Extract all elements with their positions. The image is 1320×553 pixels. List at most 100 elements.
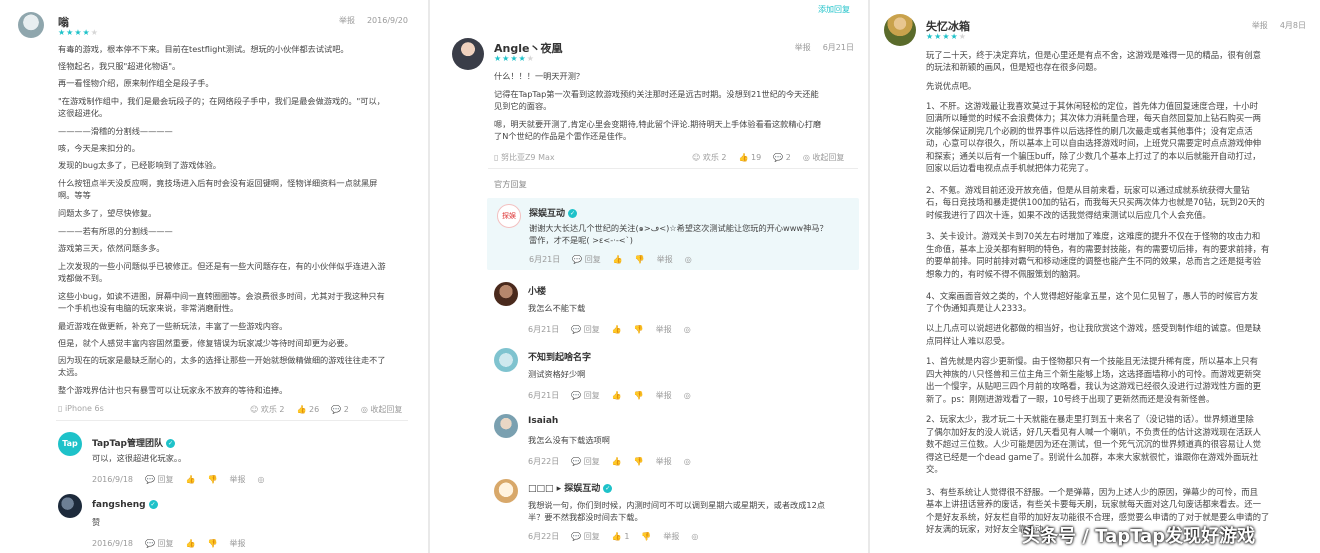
review-column-2: 添加回复 Angle丶夜凰 ★★★★★ 举报 6月21日 什么！！！一明天开测？记… [432,0,866,553]
report-button[interactable]: 举报 [656,325,672,334]
thumbs-down-icon[interactable]: 👎 [641,532,651,541]
reply-button[interactable]: 💬 回复 [571,391,600,400]
reply-button[interactable]: 💬 回复 [572,255,601,264]
column-divider [868,0,870,553]
review-paragraph-line: 和探索；通关以后有一个骗压buff，除了少数几个基本上打过了的本以后就能开自动打… [926,151,1261,161]
review-paragraph-line: 想象力的，有时候不得不佩服策划的脑洞。 [926,269,1086,279]
review-paragraph-line: 这很超进化。 [58,108,108,118]
report-link[interactable]: 举报 [339,16,355,25]
review-column-3: 失忆冰箱 ★★★★★ 举报 4月8日 玩了二十天，终于决定弃坑，但是心里还是有点不… [880,0,1320,553]
reply-username[interactable]: □□□ ▸ 探娱互动 ✓ [528,481,613,494]
review-paragraph-line: 整个游戏界估计也只有暴雪可以让玩家永不放弃的等待和追捧。 [58,385,288,395]
more-icon[interactable]: ◎ [685,255,692,264]
joy-button[interactable]: ☺ 欢乐 2 [692,153,727,162]
user-avatar[interactable] [884,14,916,46]
reply-avatar[interactable] [494,348,518,372]
reply-avatar-taptap[interactable]: Tap [58,432,82,456]
thumbs-up-icon[interactable]: 👍 1 [612,532,630,541]
thumbs-up-icon[interactable]: 👍 [186,475,196,484]
thumbs-down-icon[interactable]: 👎 [634,325,644,334]
review-paragraph-line: ———若有所思的分割线——— [58,226,173,236]
thumbs-up-icon[interactable]: 👍 [612,457,622,466]
rating-stars: ★★★★★ [494,54,535,63]
more-icon[interactable]: ◎ [684,457,691,466]
review-paragraph-line: 戏都做不到。 [58,273,108,283]
thumbs-down-icon[interactable]: 👎 [635,255,645,264]
report-button[interactable]: 举报 [663,532,679,541]
report-button[interactable]: 举报 [229,475,245,484]
review-paragraph-line: 再一看怪物介绍，原来制作组全是段子手。 [58,78,214,88]
thumbs-down-icon[interactable]: 👎 [208,539,218,548]
report-button[interactable]: 举报 [229,539,245,548]
collapse-replies-button[interactable]: ◎ 收起回复 [361,405,403,414]
official-reply-box: 探娱 探娱互动 ✓ 谢谢大大长达几个世纪的关注(๑>ڡ<)☆希望这次测试能让您玩的… [487,198,859,270]
review-date: 2016/9/20 [366,16,408,25]
review-paragraph-line: 玩了二十天，终于决定弃坑，但是心里还是有点不舍，这游戏是难得一见的精品，很有创意 [926,50,1261,60]
official-avatar[interactable]: 探娱 [497,204,521,228]
reply-username[interactable]: 不知到起啥名字 [528,350,591,363]
reply-date: 6月22日 [528,532,560,541]
official-username[interactable]: 探娱互动 ✓ [529,206,578,219]
thumbs-up-icon[interactable]: 👍 [186,539,196,548]
collapse-replies-button[interactable]: ◎ 收起回复 [803,153,845,162]
report-link[interactable]: 举报 [1252,21,1268,30]
thumbs-up-icon[interactable]: 👍 [612,325,622,334]
official-reply-label: 官方回复 [494,179,527,189]
review-paragraph-line: 发现的bug太多了，已经影响到了游戏体验。 [58,160,221,170]
divider [488,168,858,169]
reply-count-button[interactable]: 💬 2 [773,153,791,162]
thumbs-down-icon[interactable]: 👎 [634,457,644,466]
reply-count-button[interactable]: 💬 2 [331,405,349,414]
thumbs-down-icon[interactable]: 👎 [634,391,644,400]
report-link[interactable]: 举报 [795,43,811,52]
reply-text: 我怎么没有下载选项啊 [528,435,610,445]
review-paragraph-line: 2、玩家太少，我才玩二十天就能在暴走里打到五十来名了（没记错的话）。世界频道里除 [926,414,1254,424]
reply-date: 6月21日 [528,391,560,400]
more-icon[interactable]: ◎ [257,475,264,484]
rating-stars: ★★★★★ [58,28,99,37]
review-paragraph-line: 3、关卡设计。游戏关卡到70关左右时增加了难度，这难度的提升不仅在于怪物的攻击力… [926,231,1261,241]
thumbs-down-icon[interactable]: 👎 [208,475,218,484]
reply-username[interactable]: fangsheng ✓ [92,500,158,510]
review-paragraph-line: 问题太多了，望尽快修复。 [58,208,157,218]
reply-text: 我想说一句，你们到时候，内测时间可不可以调到星期六或星期天，或者改成12点 [528,500,825,510]
more-icon[interactable]: ◎ [691,532,698,541]
more-icon[interactable]: ◎ [684,325,691,334]
reply-avatar[interactable] [494,479,518,503]
thumbs-up-icon[interactable]: 👍 [613,255,623,264]
like-button[interactable]: 👍 19 [739,153,762,162]
rating-stars: ★★★★★ [926,32,967,41]
user-avatar[interactable] [452,38,484,70]
user-avatar[interactable] [18,12,44,38]
review-paragraph-line: 1、首先就是内容少更新慢。由于怪物都只有一个技能且无法提升稀有度，所以基本上只有 [926,356,1258,366]
reply-avatar[interactable] [494,282,518,306]
reply-button[interactable]: 💬 回复 [145,539,174,548]
review-paragraph-line: 但是，就个人感觉丰富内容固然重要，修复错误为玩家减少等待时间却更为必要。 [58,338,353,348]
review-paragraph-line: 回满所以睡觉的时候不会浪费体力；其次体力消耗量合理，每天自然回复加上钻石购买一两 [926,113,1261,123]
reply-avatar-fangsheng[interactable] [58,494,82,518]
add-reply-link[interactable]: 添加回复 [818,4,850,15]
review-paragraph-line: 点同样让人难以忍受。 [926,336,1010,346]
reply-username[interactable]: 小楼 [528,284,546,297]
review-paragraph-line: 咳，今天是来扣分的。 [58,143,140,153]
reply-username[interactable]: TapTap管理团队 ✓ [92,436,175,449]
reply-avatar[interactable] [494,414,518,438]
like-button[interactable]: 👍 26 [297,405,320,414]
more-icon[interactable]: ◎ [684,391,691,400]
reply-button[interactable]: 💬 回复 [145,475,174,484]
reply-button[interactable]: 💬 回复 [571,325,600,334]
thumbs-up-icon[interactable]: 👍 [612,391,622,400]
report-button[interactable]: 举报 [657,255,673,264]
report-button[interactable]: 举报 [656,391,672,400]
reply-date: 6月21日 [528,325,560,334]
device-label: ▯ 努比亚Z9 Max [494,153,555,162]
reply-button[interactable]: 💬 回复 [571,457,600,466]
review-paragraph-line: 次能够保证刷完几个必刷的世界事件以后选择性的刷几次最走或者其他事件；没有定点活 [926,126,1253,136]
joy-button[interactable]: ☺ 欢乐 2 [250,405,285,414]
review-paragraph-line: 有毒的游戏，根本停不下来。目前在testflight测试。想玩的小伙伴都去试试吧… [58,44,349,54]
review-paragraph-line: 最近游戏在做更新，补充了一些新玩法，丰富了一些游戏内容。 [58,321,288,331]
reply-username[interactable]: Isaiah [528,416,558,426]
review-paragraph-line: 见到它的面容。 [494,101,552,111]
report-button[interactable]: 举报 [656,457,672,466]
reply-button[interactable]: 💬 回复 [571,532,600,541]
